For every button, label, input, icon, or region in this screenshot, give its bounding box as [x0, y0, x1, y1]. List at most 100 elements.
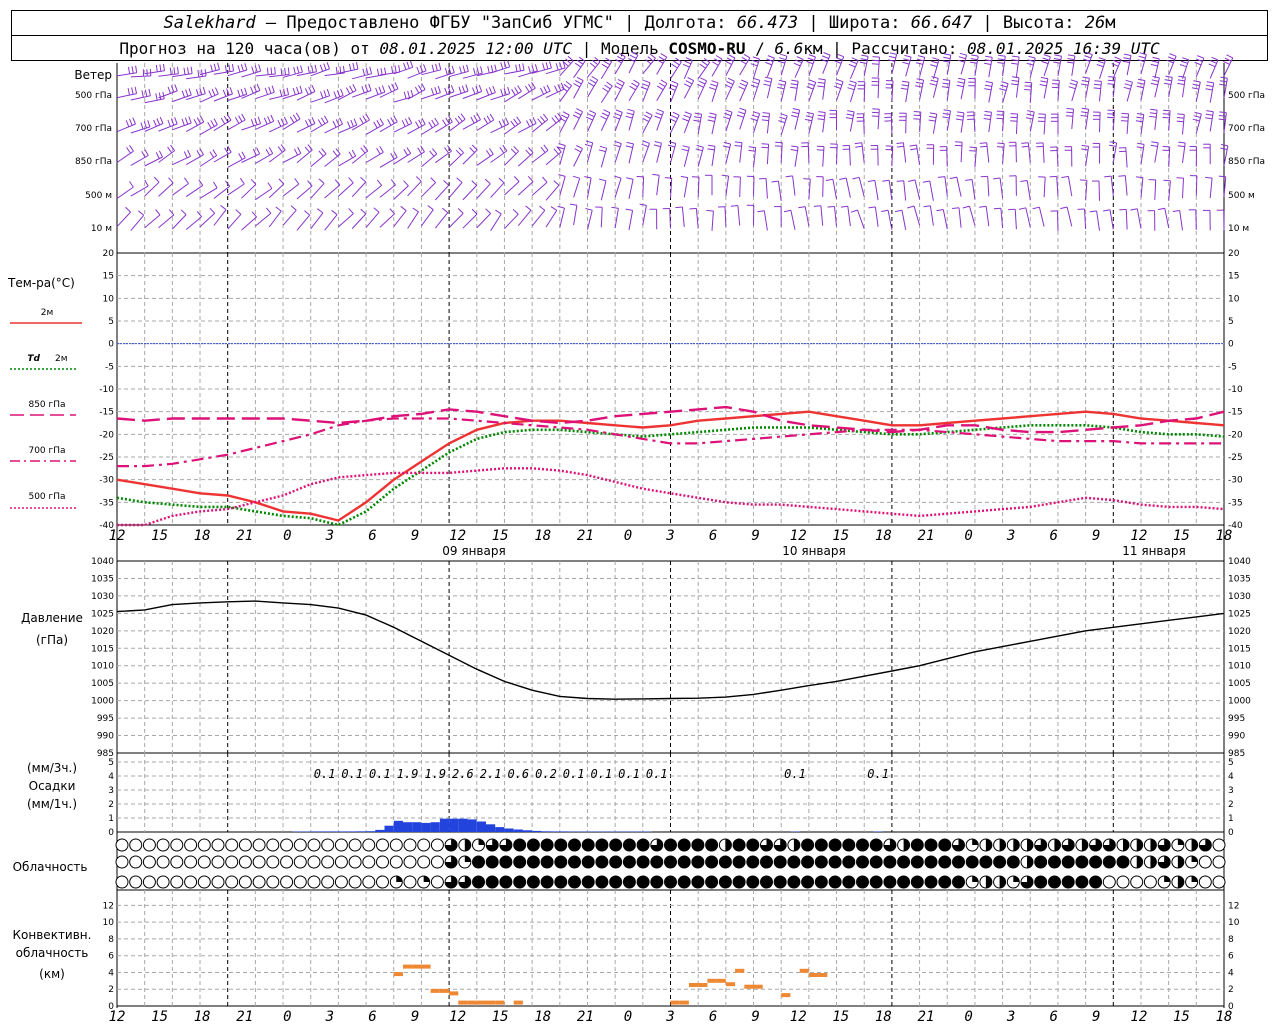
- wind-barb-feather: [576, 59, 584, 65]
- precip-value-label: 0.2: [535, 767, 557, 781]
- wind-barb-feather: [1150, 108, 1158, 111]
- wind-barb-feather: [304, 210, 311, 216]
- wind-barb-feather: [847, 110, 855, 113]
- wind-barb-feather: [741, 56, 749, 62]
- wind-barb-staff: [310, 212, 324, 230]
- wind-barb-feather: [739, 82, 747, 87]
- wind-barb-feather: [1113, 59, 1120, 64]
- wind-barb-feather: [177, 66, 179, 74]
- cloud-cover-fill: [396, 876, 403, 882]
- precip-bar: [541, 831, 551, 832]
- wind-barb-feather: [141, 90, 144, 98]
- wind-barb-feather: [956, 84, 964, 88]
- wind-barb-feather: [349, 85, 354, 93]
- wind-barb-staff: [144, 214, 161, 229]
- wind-barb-staff: [393, 210, 407, 227]
- wind-barb-feather: [1124, 83, 1132, 87]
- wind-barb-feather: [736, 114, 744, 118]
- wind-barb-feather: [401, 120, 406, 127]
- wind-barb-staff: [171, 214, 187, 230]
- precip-tick-label-right: 1: [1228, 814, 1234, 824]
- wind-barb-feather: [949, 176, 957, 180]
- cloud-cover-fill: [815, 839, 828, 851]
- wind-barb-feather: [1194, 111, 1202, 115]
- pressure-tick-label-right: 1010: [1228, 662, 1251, 672]
- wind-barb-staff: [683, 177, 689, 198]
- convective-cloud-bar: [430, 988, 440, 993]
- wind-barb-feather: [183, 67, 186, 75]
- wind-barb-feather: [1011, 79, 1019, 82]
- wind-barb-feather: [1152, 56, 1160, 60]
- cloud-cover-fill: [903, 839, 910, 851]
- hour-tick-label: 3: [325, 528, 334, 544]
- wind-barb-staff: [1195, 175, 1198, 196]
- cloud-cover-fill: [664, 856, 677, 868]
- cloud-cover-fill: [691, 839, 704, 851]
- wind-barb-feather: [1177, 82, 1185, 85]
- cloud-cover-fill: [815, 856, 828, 868]
- wind-barb-staff: [144, 98, 165, 104]
- wind-barb-feather: [492, 85, 496, 93]
- wind-barb-feather: [1085, 51, 1093, 56]
- wind-barb-staff: [462, 149, 478, 165]
- wind-barb-staff: [517, 181, 534, 196]
- cloud-cover-fill: [568, 839, 581, 851]
- wind-barb-feather: [444, 147, 450, 154]
- wind-barb-staff: [1110, 176, 1114, 197]
- temp-tick-label-right: -25: [1228, 453, 1243, 463]
- wind-barb-feather: [587, 82, 595, 87]
- wind-barb-staff: [421, 153, 438, 168]
- precip-value-label: 0.1: [590, 767, 612, 781]
- cloud-cover-fill: [801, 876, 814, 888]
- wind-barb-staff: [902, 142, 907, 163]
- precip-bar: [449, 818, 459, 832]
- wind-barb-feather: [489, 113, 495, 121]
- cloud-cover-fill: [1007, 856, 1020, 868]
- wind-barb-feather: [515, 64, 518, 72]
- wind-barb-staff: [462, 119, 481, 130]
- hour-tick-label: 15: [492, 528, 509, 544]
- cloud-cover-symbol: [376, 855, 389, 869]
- precip-value-label: 0.1: [369, 767, 391, 781]
- cloud-cover-fill: [541, 856, 554, 868]
- wind-level-10m-right: 10 м: [1228, 224, 1249, 234]
- wind-barb-feather: [187, 67, 190, 75]
- wind-barb-staff: [324, 153, 341, 167]
- wind-barb-feather: [761, 146, 769, 149]
- wind-level-500m: 500 м: [85, 191, 112, 201]
- wind-barb-feather: [591, 59, 599, 65]
- wind-barb-feather: [1104, 175, 1112, 178]
- wind-barb-feather: [808, 79, 816, 83]
- wind-barb-feather: [572, 175, 580, 179]
- wind-barb-staff: [847, 206, 851, 227]
- wind-barb-feather: [928, 119, 936, 122]
- wind-barb-staff: [683, 80, 695, 99]
- wind-barb-feather: [441, 207, 449, 213]
- wind-barb-feather: [173, 67, 176, 75]
- wind-barb-feather: [881, 209, 889, 212]
- wind-barb-feather: [317, 119, 323, 126]
- wind-barb-staff: [172, 94, 192, 103]
- wind-barb-feather: [572, 114, 580, 119]
- wind-barb-feather: [407, 90, 410, 98]
- cloud-cover-symbol: [430, 838, 444, 852]
- wind-barb-staff: [296, 91, 316, 101]
- wind-barb-feather: [144, 89, 148, 97]
- wind-barb-staff: [890, 113, 893, 134]
- wind-barb-feather: [360, 147, 366, 154]
- wind-barb-staff: [587, 177, 592, 198]
- wind-barb-feather: [540, 87, 545, 95]
- wind-barb-feather: [694, 112, 702, 115]
- precip-bar: [522, 830, 533, 832]
- wind-barb-feather: [250, 178, 257, 185]
- cloud-cover-symbol: [321, 838, 335, 852]
- wind-barb-feather: [234, 117, 240, 124]
- wind-barb-staff: [559, 207, 565, 228]
- wind-barb-feather: [296, 66, 300, 74]
- conv-tick-label-right: 8: [1228, 935, 1234, 945]
- cloud-cover-symbol: [334, 838, 348, 852]
- wind-barb-feather: [913, 118, 921, 120]
- wind-barb-feather: [238, 153, 243, 160]
- wind-barb-feather: [257, 116, 261, 124]
- wind-barb-feather: [376, 119, 381, 127]
